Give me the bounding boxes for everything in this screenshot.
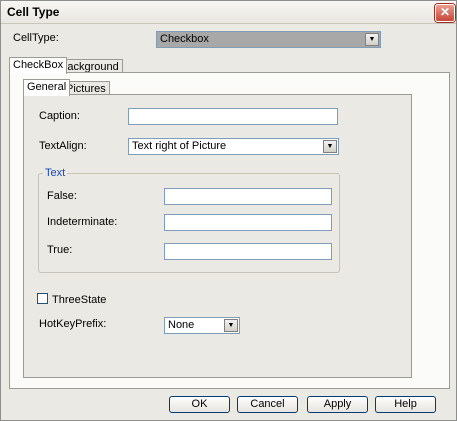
apply-button[interactable]: Apply (307, 396, 368, 413)
celltype-select[interactable]: Checkbox ▼ (156, 31, 381, 48)
text-group-legend: Text (43, 167, 68, 179)
hotkeyprefix-label: HotKeyPrefix: (39, 318, 107, 330)
hotkeyprefix-select[interactable]: None ▼ (164, 317, 240, 334)
ok-button-label: OK (191, 398, 208, 410)
celltype-value: Checkbox (160, 33, 209, 45)
close-button[interactable]: ✕ (435, 4, 455, 22)
ok-button[interactable]: OK (169, 396, 230, 413)
window-title: Cell Type (7, 5, 60, 19)
false-label: False: (47, 190, 77, 202)
textalign-label: TextAlign: (39, 140, 87, 152)
title-bar[interactable]: Cell Type ✕ (1, 1, 456, 24)
threestate-label[interactable]: ThreeState (52, 294, 106, 306)
true-label: True: (47, 244, 73, 256)
help-button[interactable]: Help (375, 396, 436, 413)
help-button-label: Help (394, 398, 417, 410)
cancel-button[interactable]: Cancel (237, 396, 298, 413)
hotkeyprefix-value: None (168, 319, 195, 331)
cancel-button-label: Cancel (250, 398, 285, 410)
tab-general-label: General (27, 81, 67, 93)
chevron-down-icon[interactable]: ▼ (323, 140, 337, 153)
chevron-down-icon[interactable]: ▼ (224, 319, 238, 332)
threestate-checkbox[interactable] (37, 293, 48, 304)
false-text-input[interactable] (164, 188, 332, 205)
cell-type-dialog: Cell Type ✕ CellType: Checkbox ▼ CheckBo… (0, 0, 457, 421)
caption-input[interactable] (128, 108, 338, 125)
true-text-input[interactable] (164, 243, 332, 260)
indeterminate-label: Indeterminate: (47, 216, 118, 228)
caption-label: Caption: (39, 110, 80, 122)
chevron-down-icon[interactable]: ▼ (365, 33, 379, 46)
tab-checkbox-label: CheckBox (13, 59, 64, 71)
celltype-label: CellType: (13, 32, 59, 44)
close-icon: ✕ (439, 5, 451, 19)
apply-button-label: Apply (323, 398, 352, 410)
indeterminate-text-input[interactable] (164, 214, 332, 231)
textalign-value: Text right of Picture (132, 140, 227, 152)
textalign-select[interactable]: Text right of Picture ▼ (128, 138, 339, 155)
tab-checkbox[interactable]: CheckBox (9, 57, 68, 74)
tab-general[interactable]: General (23, 79, 71, 96)
